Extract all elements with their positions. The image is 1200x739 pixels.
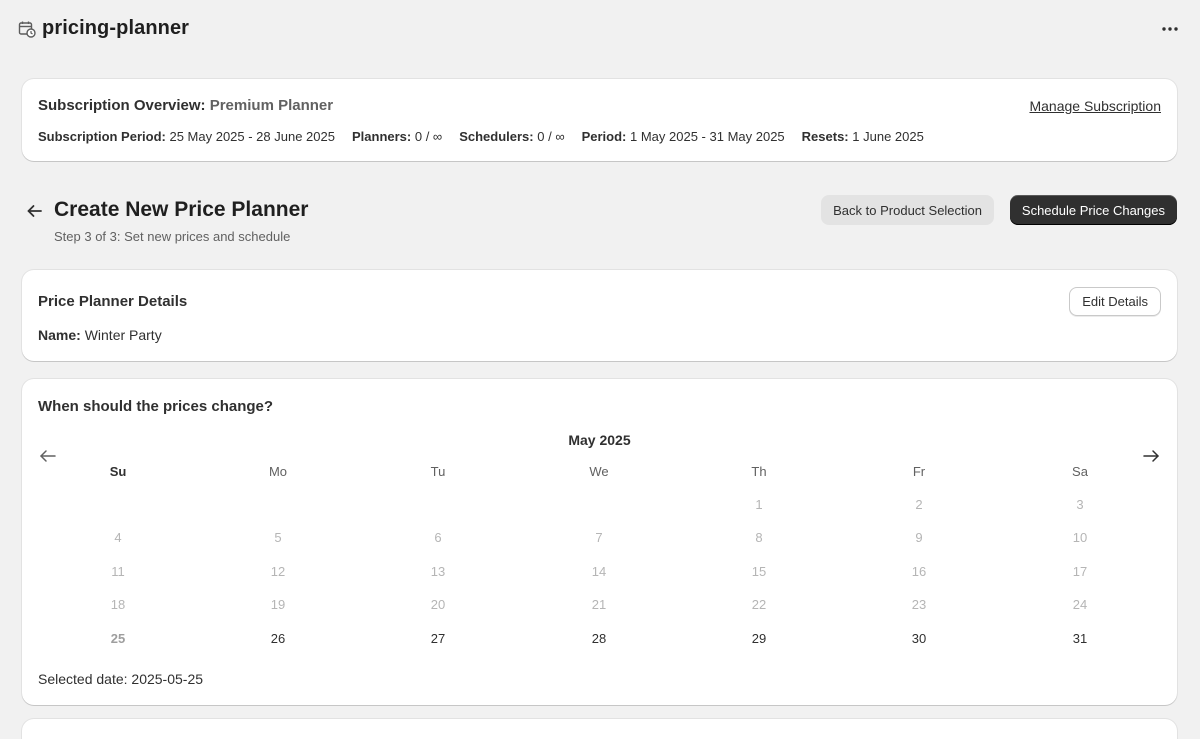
calendar-day-21: 21 [591,597,607,612]
price-planner-details-card: Price Planner Details Edit Details Name:… [22,270,1177,361]
weekday-tu: Tu [430,464,446,479]
calendar-day-26[interactable]: 26 [248,627,308,651]
calendar-day-15: 15 [751,564,767,579]
weekday-mo: Mo [268,464,288,479]
meta-schedulers: Schedulers: 0 / ∞ [459,129,565,144]
calendar-day-13: 13 [430,564,446,579]
calendar-day-5: 5 [274,530,282,545]
more-horizontal-icon [1162,26,1178,31]
manage-subscription-link[interactable]: Manage Subscription [1029,98,1161,114]
meta-resets: Resets: 1 June 2025 [801,129,924,144]
app-header: pricing-planner [0,0,1200,57]
calendar-day-17: 17 [1072,564,1088,579]
back-to-product-selection-button[interactable]: Back to Product Selection [821,195,994,225]
calendar-day-19: 19 [270,597,286,612]
subscription-plan: Premium Planner [209,97,334,114]
subscription-meta: Subscription Period: 25 May 2025 - 28 Ju… [38,129,924,144]
calendar-day-22: 22 [751,597,767,612]
calendar-day-18: 18 [110,597,126,612]
calendar-day-3: 3 [1076,497,1084,512]
calendar-day-2: 2 [915,497,923,512]
calendar-day-16: 16 [911,564,927,579]
calendar-day-14: 14 [591,564,607,579]
meta-subscription-period: Subscription Period: 25 May 2025 - 28 Ju… [38,129,335,144]
subscription-title: Subscription Overview: Premium Planner [38,97,333,114]
next-card-peek [22,719,1177,739]
calendar-day-9: 9 [915,530,923,545]
calendar-day-4: 4 [114,530,122,545]
calendar-day-23: 23 [911,597,927,612]
selected-date-value: 2025-05-25 [131,671,204,687]
calendar-clock-icon [18,20,36,38]
calendar-day-25: 25 [110,631,126,646]
page-title: Create New Price Planner [54,198,309,221]
meta-period: Period: 1 May 2025 - 31 May 2025 [581,129,785,144]
edit-details-button[interactable]: Edit Details [1069,287,1161,316]
calendar-day-12: 12 [270,564,286,579]
planner-name: Name: Winter Party [38,327,162,343]
calendar-day-7: 7 [595,530,603,545]
calendar-day-10: 10 [1072,530,1088,545]
selected-date: Selected date: 2025-05-25 [38,671,203,687]
schedule-calendar-card: When should the prices change? May 2025 … [22,379,1177,705]
calendar-day-6: 6 [434,530,442,545]
app-title: pricing-planner [42,17,190,39]
page-subtitle: Step 3 of 3: Set new prices and schedule [54,229,291,244]
calendar-day-11: 11 [111,564,125,579]
calendar-month: May 2025 [568,432,631,448]
back-arrow-icon[interactable] [26,202,44,220]
calendar-day-24: 24 [1072,597,1088,612]
weekday-fr: Fr [912,464,926,479]
schedule-price-changes-button[interactable]: Schedule Price Changes [1009,195,1177,225]
weekday-th: Th [751,464,767,479]
weekday-we: We [589,464,609,479]
calendar-day-29[interactable]: 29 [729,627,789,651]
subscription-overview-card: Subscription Overview: Premium Planner M… [22,79,1177,161]
details-title: Price Planner Details [38,293,188,310]
app-title-wrap: pricing-planner [18,17,189,40]
calendar-day-8: 8 [755,530,763,545]
calendar-day-30[interactable]: 30 [889,627,949,651]
planner-name-value: Winter Party [84,327,162,343]
calendar-question: When should the prices change? [38,398,274,415]
weekday-sa: Sa [1072,464,1088,479]
next-month-arrow-icon[interactable] [1141,446,1161,466]
selected-date-label: Selected date: [38,671,128,687]
calendar-day-1: 1 [755,497,763,512]
calendar-day-28[interactable]: 28 [569,627,629,651]
planner-name-label: Name: [38,327,81,343]
page-header: Create New Price Planner Step 3 of 3: Se… [22,195,1177,255]
previous-month-arrow-icon[interactable] [38,446,58,466]
calendar-day-31[interactable]: 31 [1050,627,1110,651]
calendar-day-20: 20 [430,597,446,612]
weekday-su: Su [109,464,127,479]
calendar-day-27[interactable]: 27 [408,627,468,651]
more-actions-button[interactable] [1158,17,1182,41]
subscription-label: Subscription Overview: [38,97,206,114]
meta-planners: Planners: 0 / ∞ [351,129,443,144]
